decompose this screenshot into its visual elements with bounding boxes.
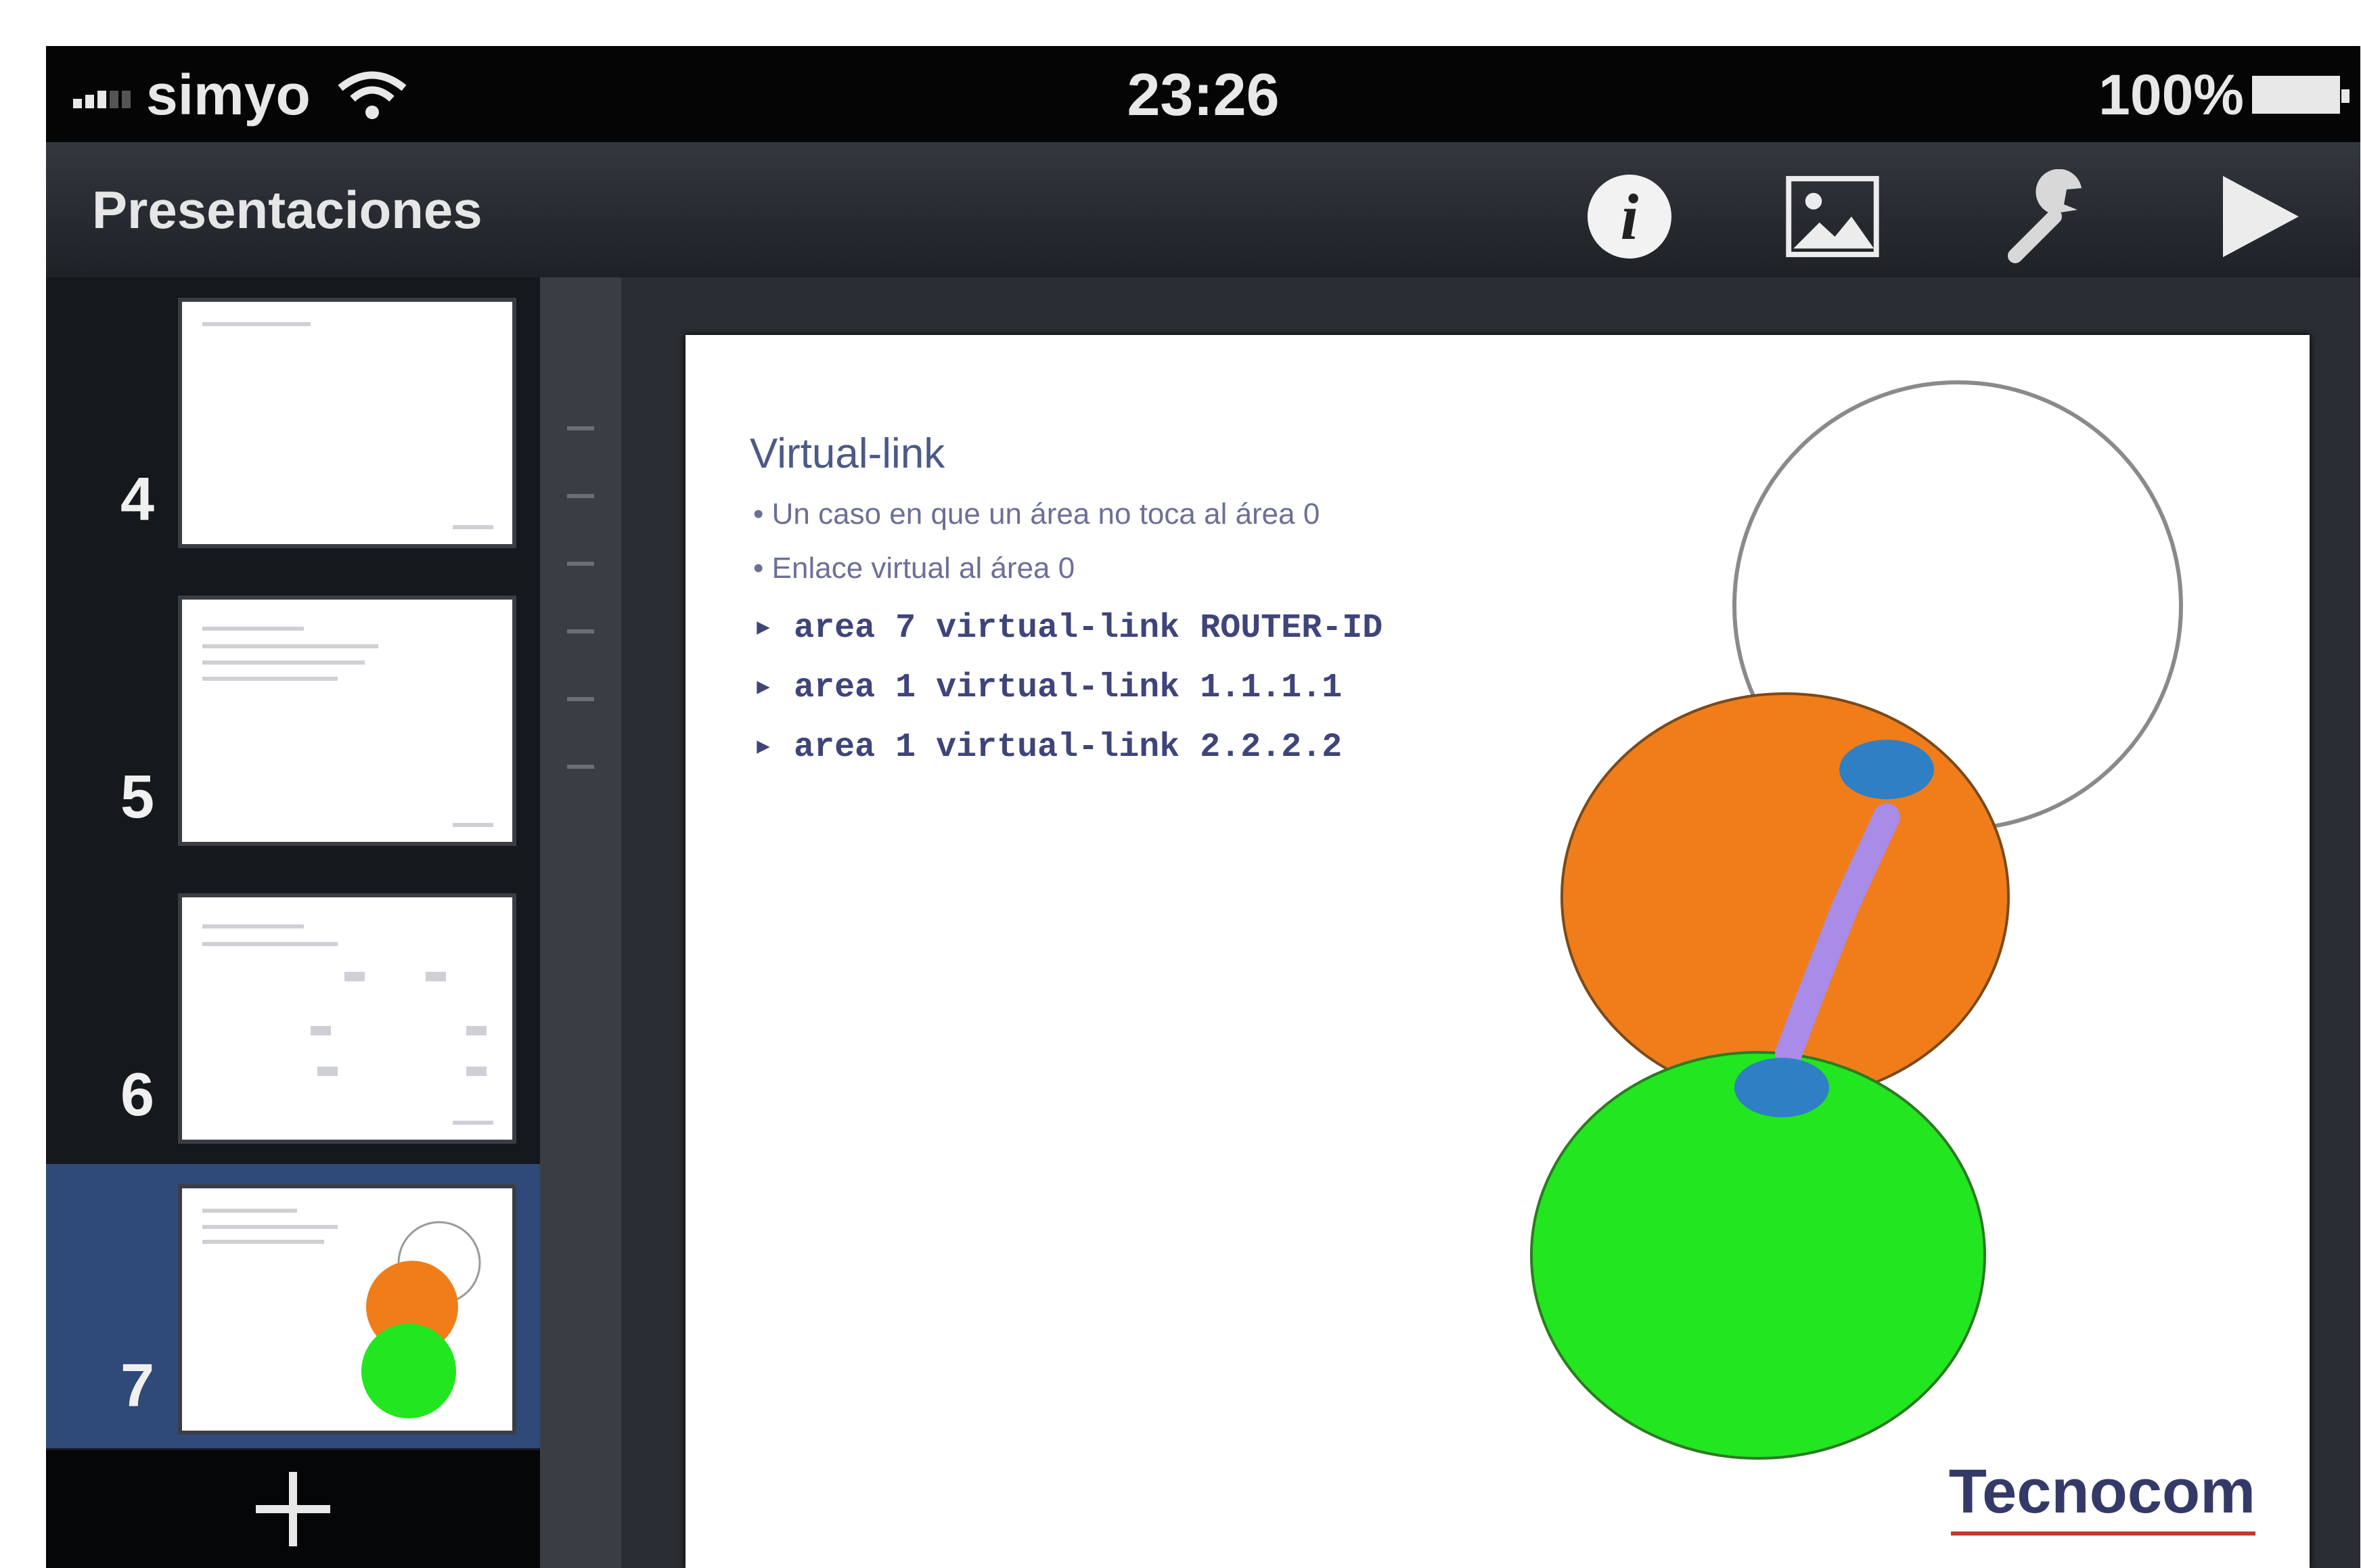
back-to-presentations-button[interactable]: Presentaciones xyxy=(92,142,482,277)
slide-number: 6 xyxy=(120,1061,155,1129)
slide-thumbnail-diagram xyxy=(361,1221,481,1418)
ospf-area-diagram xyxy=(1530,380,2183,1460)
info-button[interactable]: i xyxy=(1582,169,1677,264)
router-icon[interactable] xyxy=(1734,1058,1829,1117)
current-slide[interactable]: Virtual-link • Un caso en que un área no… xyxy=(685,335,2310,1568)
slide-ruler xyxy=(540,277,621,1568)
slide-thumbnail-5[interactable]: 5 xyxy=(46,575,540,859)
tools-button[interactable] xyxy=(2002,169,2096,264)
tecnocom-logo-underline xyxy=(1951,1531,2255,1536)
plus-icon xyxy=(256,1472,330,1546)
media-icon xyxy=(1786,176,1879,257)
slide-canvas[interactable]: Virtual-link • Un caso en que un área no… xyxy=(540,277,2360,1568)
play-icon xyxy=(2223,176,2299,257)
slide-thumbnail-image xyxy=(178,298,516,548)
status-bar: simyo 23:26 100% xyxy=(46,46,2360,142)
slide-thumbnail-image xyxy=(178,1184,516,1435)
slide-number: 4 xyxy=(120,466,155,533)
wrench-icon xyxy=(2008,169,2082,263)
tecnocom-logo: Tecnocom xyxy=(1948,1457,2255,1526)
clock: 23:26 xyxy=(1127,61,1280,128)
toolbar: Presentaciones i xyxy=(46,142,2360,277)
info-icon: i xyxy=(1588,175,1671,259)
battery-percent: 100% xyxy=(2098,62,2244,127)
slide-navigator: 4 5 6 7 xyxy=(46,277,540,1568)
slide-number: 7 xyxy=(120,1352,155,1420)
slide-thumbnail-6[interactable]: 6 xyxy=(46,873,540,1157)
slide-thumbnail-image xyxy=(178,596,516,846)
battery-status: 100% xyxy=(2098,61,2349,129)
slide-thumbnail-7[interactable]: 7 xyxy=(46,1164,540,1448)
play-button[interactable] xyxy=(2211,169,2306,264)
battery-icon xyxy=(2252,76,2349,114)
router-icon[interactable] xyxy=(1839,740,1934,799)
slide-number: 5 xyxy=(120,763,155,831)
ipad-screen: simyo 23:26 100% Presentaciones i 4 5 6 … xyxy=(46,46,2360,1568)
slide-thumbnail-image xyxy=(178,893,516,1144)
insert-media-button[interactable] xyxy=(1785,169,1880,264)
slide-thumbnail-4[interactable]: 4 xyxy=(46,277,540,562)
add-slide-button[interactable] xyxy=(46,1450,540,1568)
